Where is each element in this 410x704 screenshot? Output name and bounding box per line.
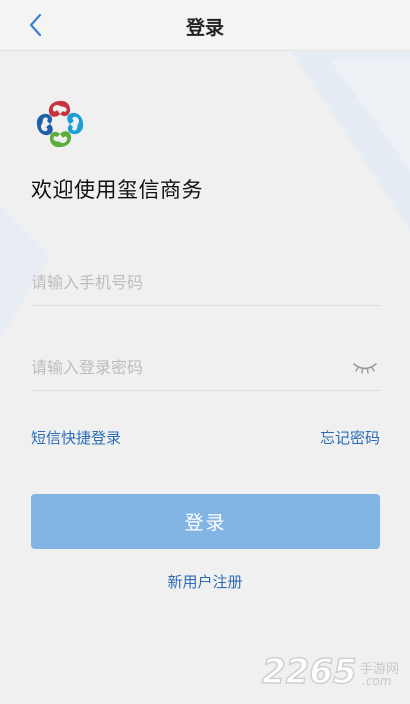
password-visibility-toggle[interactable] [352, 358, 378, 376]
phone-field [31, 259, 380, 306]
eye-closed-icon [353, 363, 377, 374]
sms-login-link[interactable]: 短信快捷登录 [31, 427, 121, 448]
site-watermark: 2265 手游网 .com [261, 651, 410, 693]
app-logo [36, 100, 84, 148]
watermark-domain: .com [362, 674, 392, 688]
password-field [31, 344, 380, 391]
phone-input[interactable] [31, 269, 331, 295]
watermark-number: 2265 [261, 651, 357, 693]
register-link[interactable]: 新用户注册 [0, 571, 410, 592]
password-input[interactable] [31, 354, 331, 380]
forgot-password-link[interactable]: 忘记密码 [320, 427, 380, 448]
navigation-bar: 登录 [0, 0, 410, 51]
login-button[interactable]: 登录 [31, 494, 380, 549]
page-title: 登录 [185, 17, 224, 39]
welcome-heading: 欢迎使用玺信商务 [31, 178, 203, 202]
